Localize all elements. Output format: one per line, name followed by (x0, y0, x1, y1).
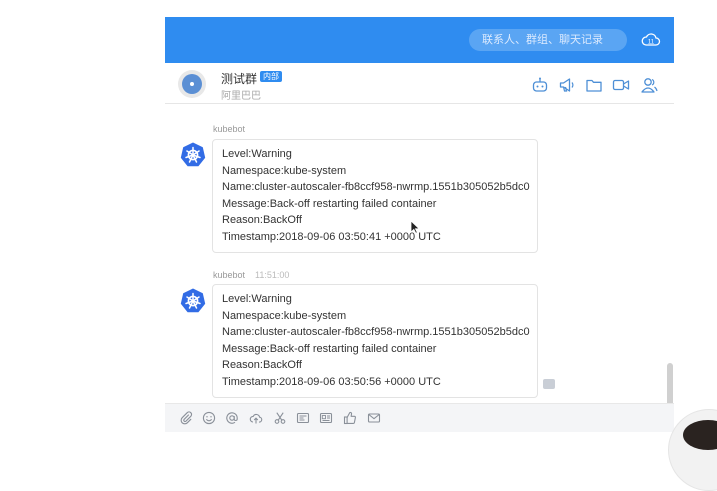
top-bar: 联系人、群组、聊天记录 11 (165, 17, 674, 63)
card-icon[interactable] (319, 411, 333, 425)
group-org: 阿里巴巴 (221, 91, 261, 102)
kubernetes-icon[interactable] (179, 141, 207, 169)
message-line: Message:Back-off restarting failed conta… (222, 342, 437, 355)
webcam-overlay (668, 409, 717, 491)
members-icon[interactable] (640, 76, 658, 94)
message-line: Name:cluster-autoscaler-fb8ccf958-nwrmp.… (222, 326, 530, 339)
internal-badge: 内部 (260, 71, 282, 82)
message-line: Name:cluster-autoscaler-fb8ccf958-nwrmp.… (222, 181, 530, 194)
conversation-header: 测试群 内部 阿里巴巴 (165, 63, 674, 104)
message-line: Level:Warning (222, 148, 292, 160)
message-time: 11:51:00 (255, 270, 290, 280)
mention-icon[interactable] (225, 411, 239, 425)
screenshot-icon[interactable] (296, 411, 310, 425)
robot-icon[interactable] (531, 76, 549, 94)
message-list: kubebot Level:Warning Namespace:kube-sys… (165, 104, 674, 414)
cloud-sync-icon[interactable]: 11 (640, 29, 662, 51)
message-line: Timestamp:2018-09-06 03:50:56 +0000 UTC (222, 375, 441, 388)
mouse-cursor (410, 220, 420, 234)
input-toolbar (165, 403, 674, 432)
megaphone-icon[interactable] (558, 76, 576, 94)
group-name[interactable]: 测试群 (221, 70, 257, 87)
message-line: Reason:BackOff (222, 214, 302, 227)
message-bubble[interactable]: Level:Warning Namespace:kube-system Name… (212, 139, 538, 253)
message-line: Reason:BackOff (222, 359, 302, 372)
message-line: Timestamp:2018-09-06 03:50:41 +0000 UTC (222, 230, 441, 243)
search-input[interactable]: 联系人、群组、聊天记录 (469, 29, 627, 51)
scissors-icon[interactable] (273, 411, 287, 425)
read-status-icon[interactable] (543, 379, 555, 389)
kubernetes-icon[interactable] (179, 287, 207, 315)
message-line: Level:Warning (222, 293, 292, 305)
video-icon[interactable] (612, 76, 630, 94)
message-line: Namespace:kube-system (222, 309, 347, 322)
svg-text:11: 11 (648, 40, 655, 46)
message-sender: kubebot (213, 124, 246, 134)
emoji-icon[interactable] (202, 411, 216, 425)
group-avatar[interactable] (178, 70, 206, 98)
cloud-upload-icon[interactable] (249, 411, 263, 425)
thumbs-up-icon[interactable] (343, 411, 357, 425)
attachment-icon[interactable] (179, 411, 193, 425)
folder-icon[interactable] (585, 76, 603, 94)
message-line: Message:Back-off restarting failed conta… (222, 197, 437, 210)
mail-icon[interactable] (367, 411, 381, 425)
message-bubble[interactable]: Level:Warning Namespace:kube-system Name… (212, 284, 538, 398)
message-line: Namespace:kube-system (222, 164, 347, 177)
message-sender: kubebot 11:51:00 (213, 270, 290, 280)
